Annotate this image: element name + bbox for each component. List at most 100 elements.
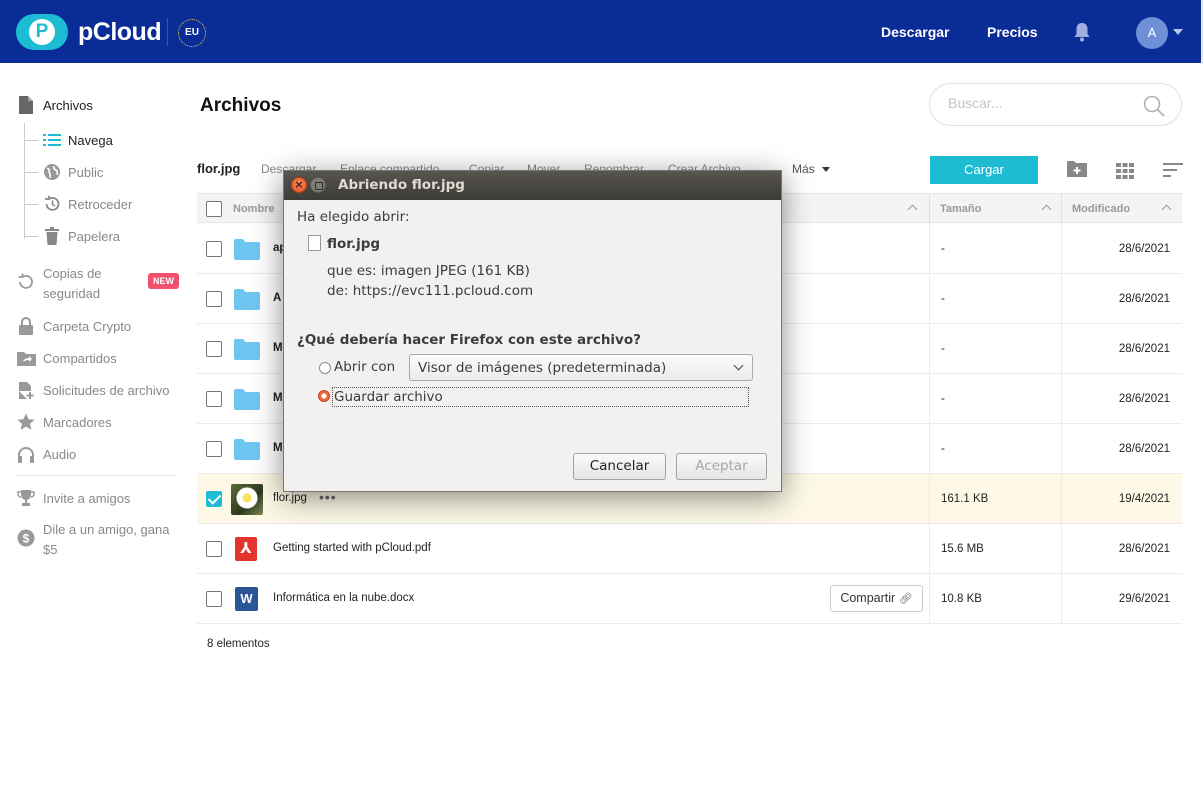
- column-separator: [929, 374, 930, 423]
- column-size[interactable]: Tamaño: [940, 203, 981, 215]
- share-button-label: Compartir: [840, 591, 896, 605]
- upload-button[interactable]: Cargar: [930, 156, 1038, 184]
- save-file-label[interactable]: Guardar archivo: [334, 389, 443, 405]
- chevron-down-icon: [733, 360, 744, 371]
- file-size: 15.6 MB: [941, 543, 984, 555]
- sidebar-item-invite[interactable]: Invite a amigos: [16, 488, 130, 508]
- dialog-title: Abriendo flor.jpg: [338, 177, 465, 193]
- file-icon: [308, 235, 321, 251]
- file-name[interactable]: flor.jpg: [273, 492, 307, 504]
- sidebar-item-files[interactable]: Archivos: [16, 95, 93, 115]
- sidebar-item-trash[interactable]: Papelera: [42, 226, 120, 246]
- sidebar-item-crypto[interactable]: Carpeta Crypto: [16, 316, 131, 336]
- file-date: 28/6/2021: [1118, 443, 1170, 455]
- save-file-radio[interactable]: [318, 390, 330, 402]
- page-title: Archivos: [200, 95, 282, 116]
- sidebar-item-label: Carpeta Crypto: [43, 319, 132, 334]
- sidebar-item-label: Marcadores: [43, 415, 112, 430]
- sidebar-item-backups[interactable]: Copias de seguridad: [16, 264, 141, 304]
- sidebar-item-bookmarks[interactable]: Marcadores: [16, 412, 112, 432]
- table-row[interactable]: W Informática en la nube.docx Compartir …: [197, 574, 1182, 624]
- tree-tick: [24, 172, 38, 173]
- folder-icon: [234, 439, 260, 460]
- pricing-link[interactable]: Precios: [987, 24, 1038, 40]
- item-count: 8 elementos: [207, 638, 270, 650]
- avatar[interactable]: A: [1136, 17, 1168, 49]
- open-with-select[interactable]: Visor de imágenes (predeterminada): [409, 354, 753, 381]
- new-folder-icon[interactable]: [1067, 160, 1087, 182]
- maximize-icon[interactable]: [310, 177, 326, 193]
- select-all-checkbox[interactable]: [206, 201, 222, 217]
- list-icon: [42, 130, 62, 150]
- file-date: 28/6/2021: [1118, 293, 1170, 305]
- grid-view-icon[interactable]: [1116, 163, 1134, 184]
- pcloud-logo[interactable]: P pCloud: [16, 14, 162, 50]
- sidebar-item-public[interactable]: Public: [42, 162, 103, 182]
- chevron-up-icon[interactable]: [907, 204, 918, 215]
- chevron-down-icon: [821, 167, 830, 173]
- file-name[interactable]: Getting started with pCloud.pdf: [273, 542, 431, 554]
- row-checkbox[interactable]: [206, 541, 222, 557]
- open-with-radio[interactable]: [319, 362, 331, 374]
- bell-icon[interactable]: [1073, 22, 1091, 47]
- sidebar-item-label: Papelera: [68, 229, 121, 244]
- download-link[interactable]: Descargar: [881, 24, 950, 40]
- tree-tick: [24, 236, 38, 237]
- row-checkbox[interactable]: [206, 591, 222, 607]
- file-name[interactable]: A: [273, 292, 281, 304]
- search-input[interactable]: [948, 95, 1128, 111]
- dialog-title-bar[interactable]: × Abriendo flor.jpg: [284, 171, 781, 200]
- file-size: 10.8 KB: [941, 593, 982, 605]
- pdf-icon: ⅄: [235, 537, 257, 561]
- chevron-down-icon[interactable]: [1173, 29, 1183, 35]
- column-separator: [1061, 574, 1062, 623]
- dialog-intro: Ha elegido abrir:: [297, 209, 410, 225]
- file-size: 161.1 KB: [941, 493, 989, 505]
- sidebar-item-label: Archivos: [43, 98, 93, 113]
- column-separator: [1061, 224, 1062, 273]
- sidebar-item-audio[interactable]: Audio: [16, 444, 76, 464]
- file-name[interactable]: M: [273, 342, 283, 354]
- tree-tick: [24, 204, 38, 205]
- file-name[interactable]: Informática en la nube.docx: [273, 592, 414, 604]
- column-separator: [929, 524, 930, 573]
- column-separator: [929, 194, 930, 224]
- row-checkbox[interactable]: [206, 341, 222, 357]
- globe-icon: [42, 162, 62, 182]
- chevron-up-icon[interactable]: [1041, 204, 1052, 215]
- row-checkbox[interactable]: [206, 491, 222, 507]
- star-icon: [16, 412, 36, 432]
- file-name[interactable]: M: [273, 442, 283, 454]
- file-date: 28/6/2021: [1118, 543, 1170, 555]
- share-button[interactable]: Compartir 🔗︎: [830, 585, 923, 612]
- search-icon[interactable]: [1143, 95, 1165, 122]
- more-menu[interactable]: Más: [792, 162, 830, 176]
- row-checkbox[interactable]: [206, 391, 222, 407]
- sidebar-item-shared[interactable]: Compartidos: [16, 348, 117, 368]
- divider: [16, 475, 176, 476]
- sidebar-item-file-requests[interactable]: Solicitudes de archivo: [16, 380, 169, 400]
- svg-text:$: $: [23, 532, 30, 546]
- file-date: 28/6/2021: [1118, 393, 1170, 405]
- column-separator: [929, 274, 930, 323]
- column-separator: [929, 474, 930, 523]
- chevron-up-icon[interactable]: [1161, 204, 1172, 215]
- column-name[interactable]: Nombre: [233, 203, 275, 215]
- row-checkbox[interactable]: [206, 291, 222, 307]
- divider: [167, 18, 168, 46]
- search-box[interactable]: [929, 83, 1182, 126]
- sidebar-item-browse[interactable]: Navega: [42, 130, 113, 150]
- open-with-label[interactable]: Abrir con: [334, 359, 395, 375]
- sort-icon[interactable]: [1163, 163, 1183, 182]
- file-date: 28/6/2021: [1118, 343, 1170, 355]
- row-checkbox[interactable]: [206, 441, 222, 457]
- close-icon[interactable]: ×: [291, 177, 307, 193]
- accept-button[interactable]: Aceptar: [676, 453, 767, 480]
- file-name[interactable]: M: [273, 392, 283, 404]
- column-modified[interactable]: Modificado: [1072, 203, 1130, 215]
- cancel-button[interactable]: Cancelar: [573, 453, 666, 480]
- row-checkbox[interactable]: [206, 241, 222, 257]
- table-row[interactable]: ⅄ Getting started with pCloud.pdf 15.6 M…: [197, 524, 1182, 574]
- sidebar-item-rewind[interactable]: Retroceder: [42, 194, 132, 214]
- sidebar-item-refer[interactable]: $ Dile a un amigo, gana $5: [16, 520, 181, 560]
